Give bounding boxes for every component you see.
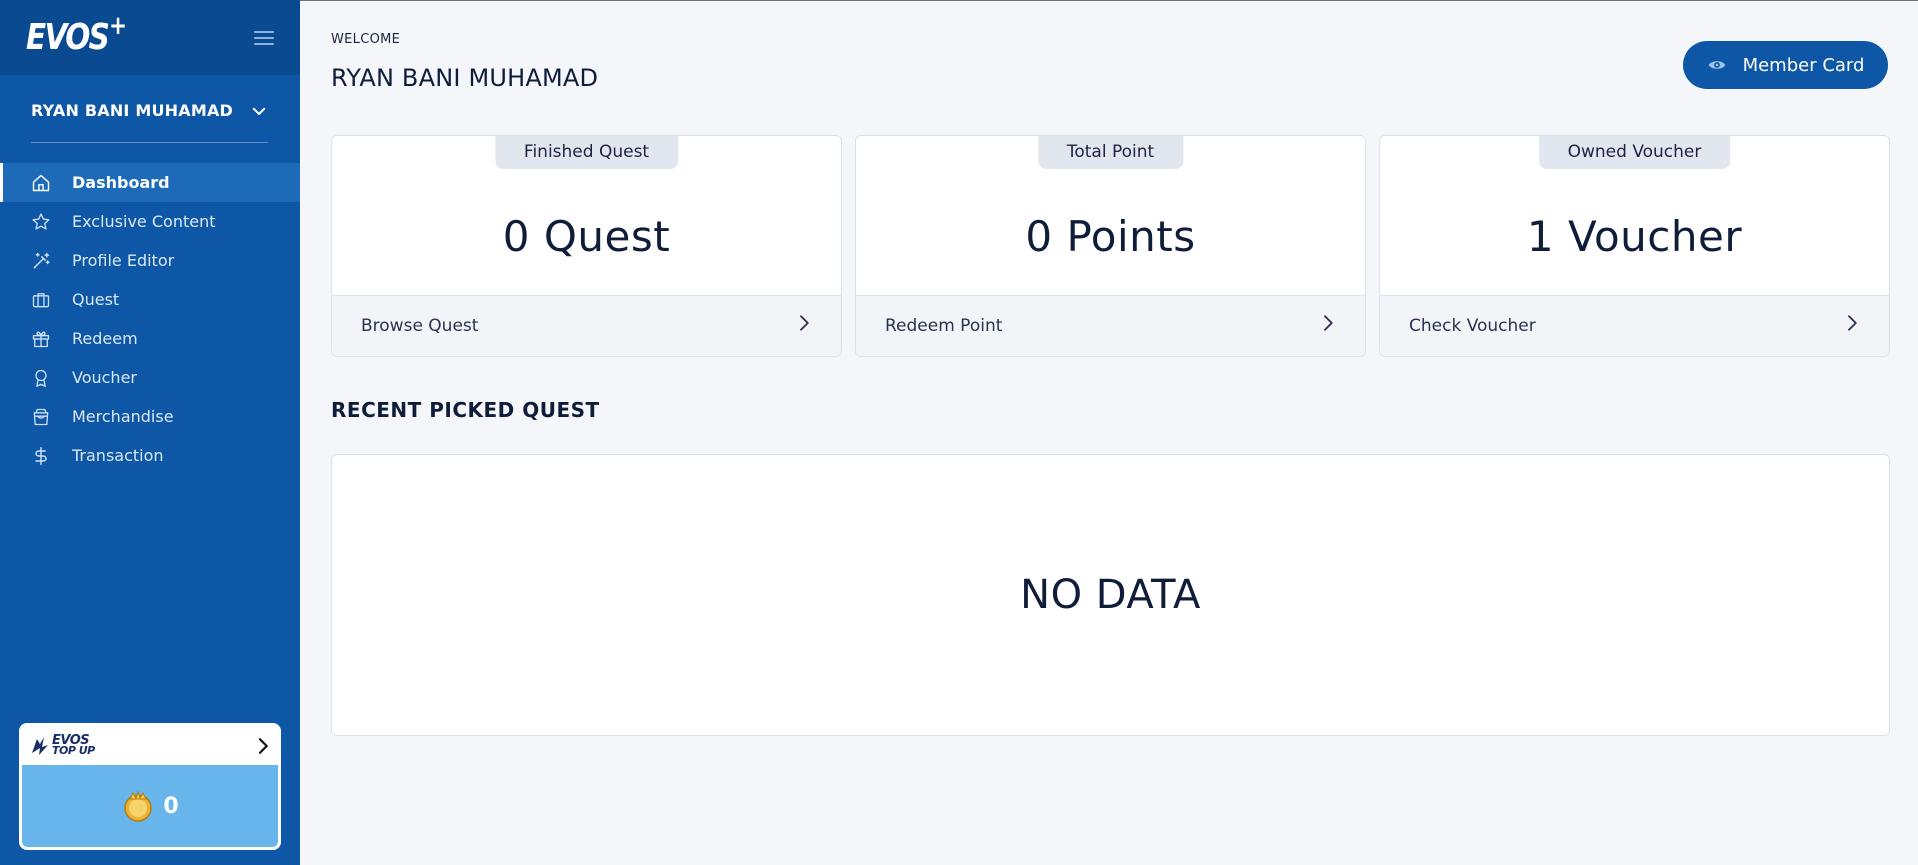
stat-card-finished-quest: Finished Quest 0 Quest Browse Quest: [331, 135, 842, 357]
stat-card-total-point: Total Point 0 Points Redeem Point: [855, 135, 1366, 357]
briefcase-icon: [30, 289, 52, 311]
stat-action-label: Redeem Point: [885, 316, 1003, 336]
sidebar-item-label: Quest: [72, 290, 120, 309]
stat-value: 1 Voucher: [1526, 212, 1743, 261]
sidebar-item-label: Profile Editor: [72, 251, 175, 270]
menu-toggle-icon[interactable]: [254, 30, 274, 46]
check-voucher-link[interactable]: Check Voucher: [1380, 295, 1889, 356]
gift-icon: [30, 328, 52, 350]
recent-quest-title: RECENT PICKED QUEST: [331, 398, 600, 422]
stat-value: 0 Points: [1025, 212, 1196, 261]
logo-plus: +: [109, 11, 127, 41]
topup-header: EVOS TOP UP: [22, 726, 278, 765]
page-title: RYAN BANI MUHAMAD: [331, 64, 599, 92]
sidebar-item-redeem[interactable]: Redeem: [0, 319, 300, 358]
sidebar-item-label: Transaction: [72, 446, 164, 465]
eye-icon: [1708, 61, 1725, 69]
crown-coin-icon: [124, 790, 153, 822]
evos-topup-logo: EVOS TOP UP: [30, 734, 95, 758]
topup-card[interactable]: EVOS TOP UP 0: [19, 723, 281, 850]
sidebar-item-voucher[interactable]: Voucher: [0, 358, 300, 397]
chevron-right-icon: [1848, 315, 1857, 331]
user-menu[interactable]: RYAN BANI MUHAMAD: [31, 75, 268, 143]
logo-text: EVOS: [26, 17, 110, 58]
topup-balance: 0: [22, 765, 278, 847]
sidebar-item-label: Dashboard: [72, 173, 170, 192]
shopping-bag-icon: [30, 406, 52, 428]
sidebar-item-label: Merchandise: [72, 407, 174, 426]
sidebar-item-label: Redeem: [72, 329, 138, 348]
stat-card-owned-voucher: Owned Voucher 1 Voucher Check Voucher: [1379, 135, 1890, 357]
stat-tab: Total Point: [1037, 136, 1184, 169]
sidebar: EVOS + RYAN BANI MUHAMAD Dashboard Exclus…: [0, 0, 300, 865]
browse-quest-link[interactable]: Browse Quest: [332, 295, 841, 356]
chevron-right-icon: [800, 315, 809, 331]
stat-tab: Owned Voucher: [1538, 136, 1731, 169]
main-content: WELCOME RYAN BANI MUHAMAD Member Card Fi…: [300, 0, 1918, 865]
sidebar-item-exclusive-content[interactable]: Exclusive Content: [0, 202, 300, 241]
sidebar-item-label: Exclusive Content: [72, 212, 216, 231]
user-name: RYAN BANI MUHAMAD: [31, 101, 234, 120]
stat-action-label: Check Voucher: [1409, 316, 1536, 336]
member-card-label: Member Card: [1742, 54, 1865, 76]
empty-state-text: NO DATA: [1020, 572, 1201, 618]
redeem-point-link[interactable]: Redeem Point: [856, 295, 1365, 356]
chevron-right-icon[interactable]: [254, 737, 272, 755]
sidebar-header: EVOS +: [0, 0, 300, 75]
tiger-logo-icon: [32, 736, 48, 755]
dollar-icon: [30, 445, 52, 467]
stats-row: Finished Quest 0 Quest Browse Quest Tota…: [331, 135, 1890, 357]
star-icon: [30, 211, 52, 233]
topup-logo-line2: TOP UP: [52, 744, 95, 758]
sidebar-item-dashboard[interactable]: Dashboard: [0, 163, 300, 202]
magic-wand-icon: [30, 250, 52, 272]
sidebar-item-quest[interactable]: Quest: [0, 280, 300, 319]
sidebar-item-label: Voucher: [72, 368, 137, 387]
sidebar-item-merchandise[interactable]: Merchandise: [0, 397, 300, 436]
award-icon: [30, 367, 52, 389]
coin-balance: 0: [163, 793, 179, 819]
recent-quest-panel: NO DATA: [331, 454, 1890, 736]
member-card-button[interactable]: Member Card: [1683, 41, 1888, 89]
sidebar-item-transaction[interactable]: Transaction: [0, 436, 300, 475]
stat-tab: Finished Quest: [494, 136, 679, 169]
evos-logo[interactable]: EVOS +: [26, 13, 127, 58]
welcome-label: WELCOME: [331, 32, 401, 47]
chevron-right-icon: [1324, 315, 1333, 331]
stat-value: 0 Quest: [502, 212, 671, 261]
sidebar-item-profile-editor[interactable]: Profile Editor: [0, 241, 300, 280]
stat-action-label: Browse Quest: [361, 316, 479, 336]
sidebar-nav: Dashboard Exclusive Content Profile Edit…: [0, 163, 300, 475]
chevron-down-icon: [252, 107, 266, 115]
home-icon: [30, 172, 52, 194]
